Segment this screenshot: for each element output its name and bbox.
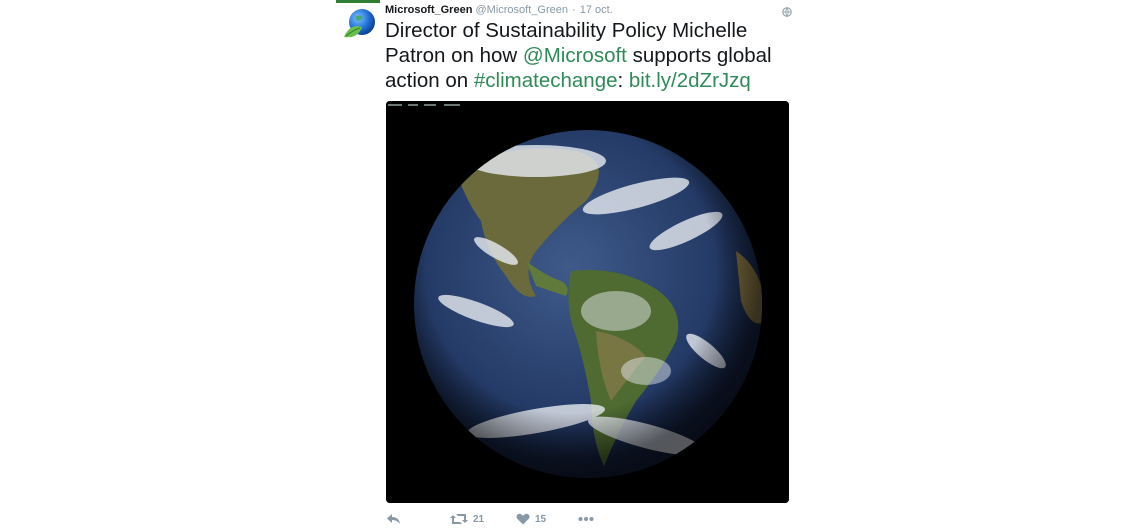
url-link[interactable]: bit.ly/2dZrJzq	[629, 69, 751, 92]
reply-button[interactable]	[386, 512, 402, 526]
like-count: 15	[535, 513, 547, 525]
retweet-count: 21	[473, 513, 485, 525]
tweet-actions: 21 15	[386, 512, 646, 528]
hashtag-link[interactable]: #climatechange	[474, 69, 618, 92]
tweet-card: Microsoft_Green @Microsoft_Green · 17 oc…	[336, 0, 796, 527]
tweet-text-part: :	[617, 69, 629, 92]
more-icon	[578, 517, 594, 521]
reply-icon	[387, 514, 400, 524]
globe-leaf-avatar-icon	[344, 9, 375, 38]
heart-icon	[516, 513, 530, 525]
like-button[interactable]: 15	[516, 512, 546, 526]
author-name[interactable]: Microsoft_Green	[385, 4, 472, 16]
retweet-button[interactable]: 21	[450, 512, 484, 526]
globe-icon[interactable]	[782, 4, 792, 17]
tweet-date[interactable]: 17 oct.	[580, 4, 613, 16]
tweet-image[interactable]	[386, 101, 789, 503]
mention-link[interactable]: @Microsoft	[523, 44, 627, 67]
more-button[interactable]	[578, 512, 594, 526]
author-handle[interactable]: @Microsoft_Green	[475, 4, 567, 16]
header-separator: ·	[572, 4, 576, 16]
earth-image	[386, 101, 789, 503]
avatar[interactable]	[342, 7, 378, 43]
tweet-text: Director of Sustainability Policy Michel…	[385, 18, 795, 93]
retweet-icon	[450, 514, 468, 524]
tweet-header: Microsoft_Green @Microsoft_Green · 17 oc…	[385, 3, 805, 19]
